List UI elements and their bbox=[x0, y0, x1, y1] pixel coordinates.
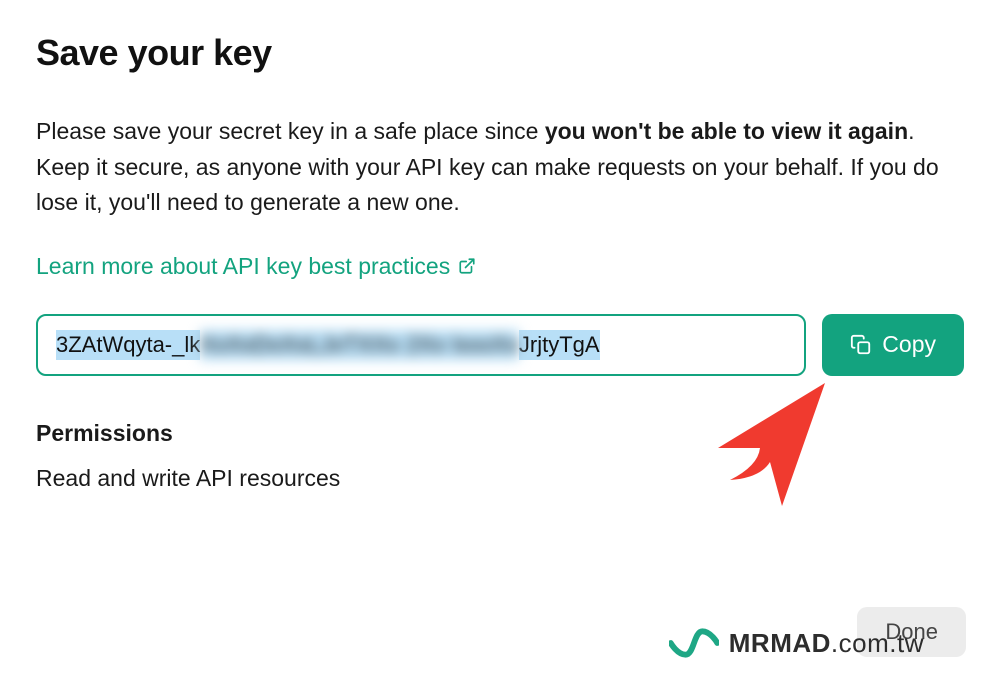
external-link-icon bbox=[458, 257, 476, 275]
api-key-suffix: JrjtyTgA bbox=[519, 330, 600, 360]
done-button[interactable]: Done bbox=[857, 607, 966, 657]
watermark-logo-icon bbox=[669, 627, 719, 659]
page-title: Save your key bbox=[36, 32, 964, 74]
api-key-field[interactable]: 3ZAtWqyta-_lkXxXxDxXxLJxTXXx 2Xx lxxxXxJ… bbox=[36, 314, 806, 376]
api-key-obscured: XxXxDxXxLJxTXXx 2Xx lxxxXx bbox=[200, 330, 519, 360]
permissions-value: Read and write API resources bbox=[36, 465, 964, 492]
permissions-heading: Permissions bbox=[36, 420, 964, 447]
key-warning-text: Please save your secret key in a safe pl… bbox=[36, 114, 964, 221]
copy-button[interactable]: Copy bbox=[822, 314, 964, 376]
desc-bold: you won't be able to view it again bbox=[545, 118, 908, 144]
learn-more-label: Learn more about API key best practices bbox=[36, 253, 450, 280]
watermark-brand: MRMAD bbox=[729, 628, 831, 658]
api-key-prefix: 3ZAtWqyta-_lk bbox=[56, 330, 200, 360]
api-key-row: 3ZAtWqyta-_lkXxXxDxXxLJxTXXx 2Xx lxxxXxJ… bbox=[36, 314, 964, 376]
copy-icon bbox=[850, 334, 872, 356]
learn-more-link[interactable]: Learn more about API key best practices bbox=[36, 253, 476, 280]
copy-label: Copy bbox=[882, 331, 936, 358]
desc-part1: Please save your secret key in a safe pl… bbox=[36, 118, 545, 144]
